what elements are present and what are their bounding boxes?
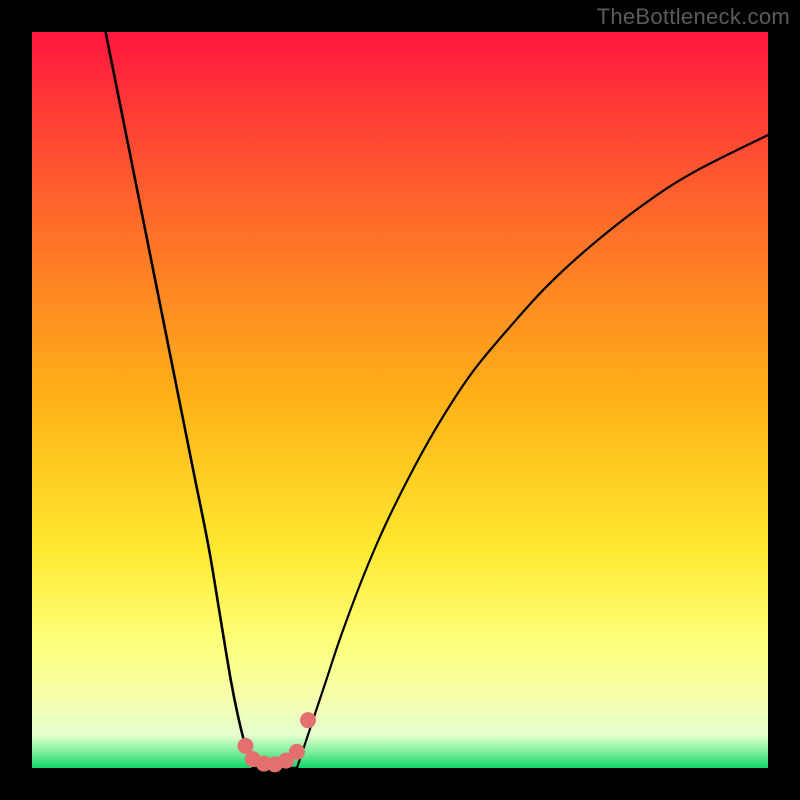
chart-stage: TheBottleneck.com: [0, 0, 800, 800]
bottleneck-chart: [0, 0, 800, 800]
valley-marker: [289, 744, 305, 760]
valley-marker: [300, 712, 316, 728]
plot-background: [32, 32, 768, 768]
watermark-text: TheBottleneck.com: [597, 4, 790, 30]
